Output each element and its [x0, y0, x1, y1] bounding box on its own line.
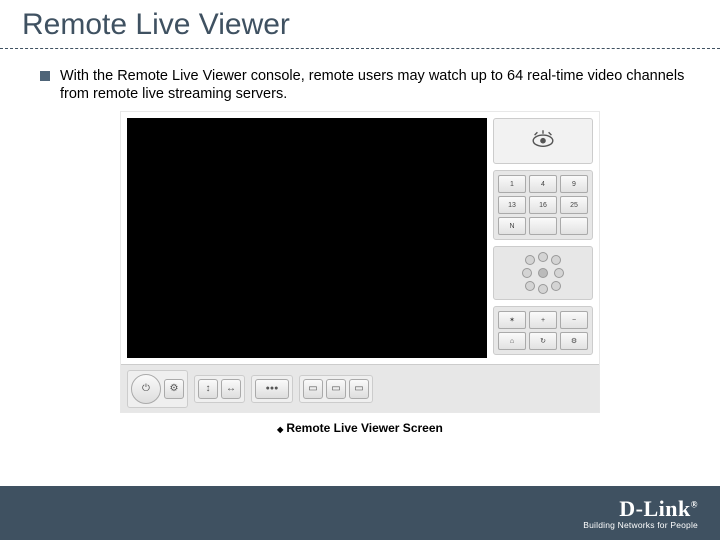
focus-button[interactable]: ✶	[498, 311, 526, 329]
layout-button[interactable]: 13	[498, 196, 526, 214]
description-row: With the Remote Live Viewer console, rem…	[0, 49, 720, 103]
layout-button[interactable]	[560, 217, 588, 235]
layout-button[interactable]: N	[498, 217, 526, 235]
layout-button[interactable]: 4	[529, 175, 557, 193]
home-button[interactable]: ⌂	[498, 332, 526, 350]
scene-group: ▭ ▭ ▭	[299, 375, 373, 403]
power-button[interactable]: ⏻	[131, 374, 161, 404]
bottom-toolbar: ⏻ ⚙ ↕ ↔ ●●● ▭ ▭ ▭	[121, 364, 599, 412]
bullet-icon	[40, 71, 50, 81]
config-button[interactable]: ⚙	[164, 379, 184, 399]
scene-button[interactable]: ▭	[349, 379, 369, 399]
page-title: Remote Live Viewer	[0, 0, 720, 48]
side-panel: 1 4 9 13 16 25 N	[493, 118, 593, 358]
scene-button[interactable]: ▭	[303, 379, 323, 399]
layout-button[interactable]: 9	[560, 175, 588, 193]
ptz-down-button[interactable]	[538, 284, 548, 294]
zoom-in-button[interactable]: +	[529, 311, 557, 329]
ptz-center-button[interactable]	[538, 268, 548, 278]
dots-group: ●●●	[251, 375, 293, 403]
ptz-pad	[493, 246, 593, 300]
ptz-sw-button[interactable]	[525, 281, 535, 291]
ptz-se-button[interactable]	[551, 281, 561, 291]
layout-button[interactable]: 25	[560, 196, 588, 214]
zoom-controls: ✶ + − ⌂ ↻ ⚙	[493, 306, 593, 355]
ptz-left-button[interactable]	[522, 268, 532, 278]
ptz-nw-button[interactable]	[525, 255, 535, 265]
app-logo	[493, 118, 593, 164]
eye-icon	[529, 129, 557, 153]
horizontal-arrow-button[interactable]: ↔	[221, 379, 241, 399]
brand-block: D-Link® Building Networks for People	[583, 496, 698, 530]
description-text: With the Remote Live Viewer console, rem…	[60, 67, 688, 103]
power-group: ⏻ ⚙	[127, 370, 188, 408]
scene-button[interactable]: ▭	[326, 379, 346, 399]
more-button[interactable]: ●●●	[255, 379, 289, 399]
zoom-out-button[interactable]: −	[560, 311, 588, 329]
ptz-ne-button[interactable]	[551, 255, 561, 265]
vertical-arrow-button[interactable]: ↕	[198, 379, 218, 399]
settings-button[interactable]: ⚙	[560, 332, 588, 350]
viewer-screenshot: 1 4 9 13 16 25 N	[120, 111, 600, 413]
brand-logo: D-Link®	[583, 496, 698, 522]
ptz-right-button[interactable]	[554, 268, 564, 278]
layout-selector: 1 4 9 13 16 25 N	[493, 170, 593, 240]
diamond-icon: ◆	[277, 425, 283, 434]
arrow-group: ↕ ↔	[194, 375, 245, 403]
layout-button[interactable]: 16	[529, 196, 557, 214]
layout-button[interactable]	[529, 217, 557, 235]
refresh-button[interactable]: ↻	[529, 332, 557, 350]
video-viewport[interactable]	[127, 118, 487, 358]
caption: ◆Remote Live Viewer Screen	[0, 413, 720, 435]
brand-tagline: Building Networks for People	[583, 520, 698, 530]
caption-text: Remote Live Viewer Screen	[286, 421, 443, 435]
footer: D-Link® Building Networks for People	[0, 486, 720, 540]
layout-button[interactable]: 1	[498, 175, 526, 193]
ptz-up-button[interactable]	[538, 252, 548, 262]
